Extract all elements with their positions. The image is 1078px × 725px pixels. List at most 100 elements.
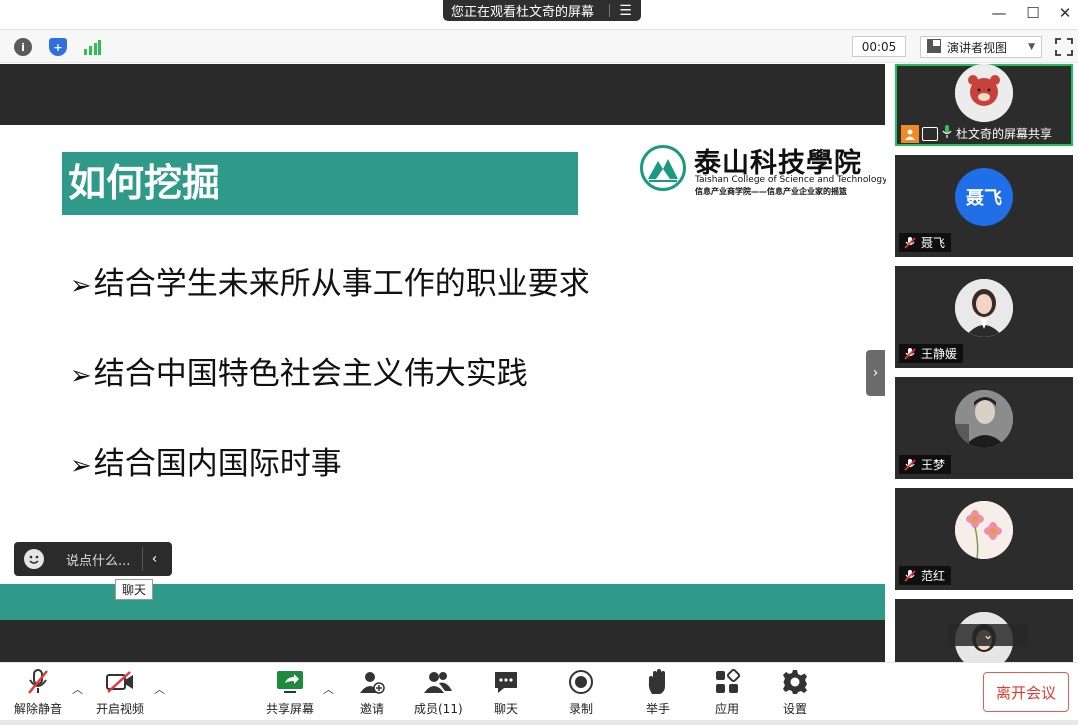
taskbar-strip bbox=[0, 720, 1078, 725]
record-label: 录制 bbox=[568, 702, 593, 716]
scroll-down-button[interactable]: ⌄ bbox=[948, 624, 1028, 646]
apps-label: 应用 bbox=[714, 702, 739, 716]
view-grid-icon bbox=[927, 38, 941, 56]
settings-label: 设置 bbox=[782, 702, 807, 716]
mic-muted-icon bbox=[22, 667, 54, 697]
title-bar: 您正在观看杜文奇的屏幕 ☰ — ☐ ✕ bbox=[0, 0, 1078, 30]
close-button[interactable]: ✕ bbox=[1050, 2, 1078, 24]
fullscreen-icon[interactable] bbox=[1054, 37, 1074, 57]
bullet-arrow-icon: ➢ bbox=[70, 361, 92, 391]
slide-title-box: 如何挖掘 bbox=[62, 152, 578, 215]
bullet-text: 结合中国特色社会主义伟大实践 bbox=[93, 356, 528, 392]
bullet-arrow-icon: ➢ bbox=[70, 451, 92, 481]
avatar bbox=[955, 501, 1013, 559]
audio-options-chevron-icon[interactable]: ︿ bbox=[72, 681, 83, 697]
chat-button[interactable]: 聊天 bbox=[490, 667, 522, 721]
signal-icon[interactable] bbox=[83, 38, 101, 56]
invite-label: 邀请 bbox=[359, 702, 384, 716]
add-user-icon bbox=[356, 667, 388, 697]
members-icon bbox=[422, 667, 454, 697]
mic-muted-icon bbox=[903, 236, 917, 250]
leave-meeting-button[interactable]: 离开会议 bbox=[983, 672, 1069, 712]
avatar bbox=[955, 390, 1013, 448]
view-mode-label: 演讲者视图 bbox=[947, 40, 1008, 55]
participant-name: 王静媛 bbox=[921, 347, 958, 361]
minimize-button[interactable]: — bbox=[984, 2, 1014, 24]
bullet-arrow-icon: ➢ bbox=[70, 271, 92, 301]
mic-icon bbox=[941, 125, 953, 142]
meeting-toolbar: i + 00:05 演讲者视图 ▼ bbox=[0, 30, 1078, 63]
raise-hand-button[interactable]: 举手 bbox=[642, 667, 674, 721]
college-logo: 泰山科技學院 Taishan College of Science and Te… bbox=[640, 145, 887, 197]
chevron-down-icon: ▼ bbox=[1028, 42, 1035, 52]
meeting-controls-bar: 解除静音 ︿ 开启视频 ︿ 共享屏幕 ︿ 邀请 成员(11) 聊天 录制 举手 … bbox=[0, 662, 1078, 725]
maximize-button[interactable]: ☐ bbox=[1018, 2, 1048, 24]
slide-bullet: ➢结合国内国际时事 bbox=[70, 438, 342, 483]
minimize-icon: — bbox=[991, 4, 1007, 22]
avatar bbox=[955, 279, 1013, 337]
share-screen-label: 共享屏幕 bbox=[266, 702, 315, 716]
members-button[interactable]: 成员(11) bbox=[414, 667, 463, 721]
chevron-right-icon: › bbox=[872, 365, 879, 381]
screen-share-icon bbox=[922, 126, 938, 141]
emoji-icon[interactable] bbox=[24, 549, 44, 569]
share-screen-icon bbox=[274, 667, 306, 697]
screen-share-banner[interactable]: 您正在观看杜文奇的屏幕 ☰ bbox=[443, 0, 641, 21]
slide-bullet: ➢结合中国特色社会主义伟大实践 bbox=[70, 348, 528, 393]
settings-button[interactable]: 设置 bbox=[779, 667, 811, 721]
video-options-chevron-icon[interactable]: ︿ bbox=[154, 681, 165, 697]
chat-quick-input[interactable]: 说点什么... ‹ bbox=[14, 542, 172, 576]
college-english-name: Taishan College of Science and Technolog… bbox=[695, 175, 888, 185]
avatar bbox=[955, 64, 1013, 122]
menu-icon[interactable]: ☰ bbox=[610, 3, 641, 19]
college-seal-icon bbox=[640, 145, 686, 191]
unmute-label: 解除静音 bbox=[14, 702, 63, 716]
participant-name: 聂飞 bbox=[921, 236, 946, 250]
raise-hand-label: 举手 bbox=[645, 702, 670, 716]
record-icon bbox=[565, 667, 597, 697]
start-video-button[interactable]: 开启视频 bbox=[96, 667, 144, 721]
participant-label: 聂飞 bbox=[899, 233, 952, 252]
start-video-label: 开启视频 bbox=[96, 702, 145, 716]
participant-name: 王梦 bbox=[921, 458, 946, 472]
chat-label: 聊天 bbox=[493, 702, 518, 716]
chat-icon bbox=[490, 667, 522, 697]
participant-tile-sharer[interactable]: 杜文奇的屏幕共享 bbox=[895, 64, 1073, 146]
participant-name: 范红 bbox=[921, 569, 946, 583]
apps-icon bbox=[711, 667, 743, 697]
unmute-button[interactable]: 解除静音 bbox=[14, 667, 62, 721]
apps-button[interactable]: 应用 bbox=[711, 667, 743, 721]
slide-bullet: ➢结合学生未来所从事工作的职业要求 bbox=[70, 258, 590, 303]
participant-label: 王静媛 bbox=[899, 344, 964, 363]
slide-bottom-bar bbox=[0, 620, 885, 662]
user-icon bbox=[901, 124, 919, 143]
share-options-chevron-icon[interactable]: ︿ bbox=[323, 681, 334, 697]
mic-muted-icon bbox=[903, 347, 917, 361]
banner-text: 您正在观看杜文奇的屏幕 bbox=[451, 5, 595, 20]
mic-muted-icon bbox=[903, 569, 917, 583]
slide-top-bar bbox=[0, 64, 885, 125]
hand-icon bbox=[642, 667, 674, 697]
share-screen-button[interactable]: 共享屏幕 bbox=[266, 667, 314, 721]
participant-tile[interactable]: 聂飞 聂飞 bbox=[895, 155, 1073, 257]
slide-title: 如何挖掘 bbox=[68, 161, 221, 205]
record-button[interactable]: 录制 bbox=[565, 667, 597, 721]
invite-button[interactable]: 邀请 bbox=[356, 667, 388, 721]
meeting-timer: 00:05 bbox=[852, 36, 906, 57]
mic-muted-icon bbox=[903, 458, 917, 472]
maximize-icon: ☐ bbox=[1026, 4, 1040, 22]
chat-placeholder[interactable]: 说点什么... bbox=[66, 550, 130, 569]
bullet-text: 结合学生未来所从事工作的职业要求 bbox=[93, 266, 590, 302]
shield-icon[interactable]: + bbox=[49, 38, 67, 56]
chevron-left-icon[interactable]: ‹ bbox=[142, 547, 166, 571]
collapse-panel-button[interactable]: › bbox=[866, 350, 885, 396]
participant-tile[interactable]: 王梦 bbox=[895, 377, 1073, 479]
info-icon[interactable]: i bbox=[14, 38, 32, 56]
close-icon: ✕ bbox=[1058, 4, 1072, 22]
avatar: 聂飞 bbox=[955, 168, 1013, 226]
bullet-text: 结合国内国际时事 bbox=[93, 446, 342, 482]
participant-tile[interactable]: 范红 bbox=[895, 488, 1073, 590]
members-label: 成员(11) bbox=[414, 702, 463, 716]
participant-tile[interactable]: 王静媛 bbox=[895, 266, 1073, 368]
view-mode-dropdown[interactable]: 演讲者视图 ▼ bbox=[920, 36, 1042, 58]
